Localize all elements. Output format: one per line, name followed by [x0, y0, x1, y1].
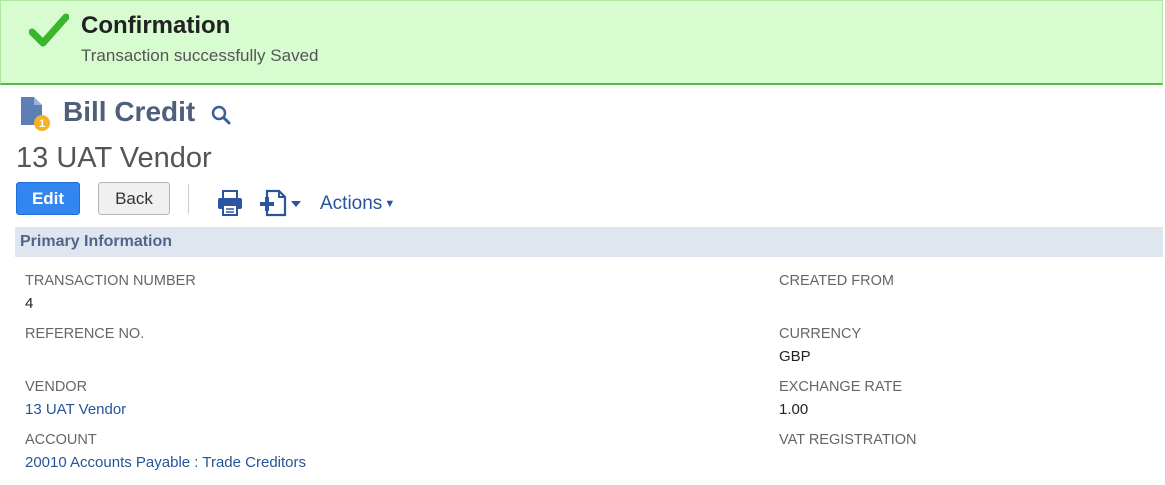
print-icon[interactable] [216, 190, 244, 216]
section-title: Primary Information [20, 233, 173, 250]
field-label-vat-registration: VAT REGISTRATION [779, 432, 917, 448]
back-button[interactable]: Back [98, 182, 170, 215]
field-label-currency: CURRENCY [779, 326, 862, 342]
new-document-icon[interactable] [259, 189, 303, 217]
field-label-account: ACCOUNT [25, 432, 97, 448]
field-label-created-from: CREATED FROM [779, 273, 894, 289]
actions-label: Actions [320, 193, 383, 214]
search-icon[interactable] [210, 104, 232, 126]
bill-credit-icon: 1 [21, 97, 50, 131]
field-value-currency: GBP [779, 348, 811, 365]
section-header-primary-information[interactable]: Primary Information [15, 227, 1163, 257]
confirmation-message: Transaction successfully Saved [81, 46, 319, 65]
record-type-title: Bill Credit [63, 96, 196, 127]
field-value-transaction-number: 4 [25, 295, 34, 312]
toolbar-divider [188, 184, 189, 214]
record-name: 13 UAT Vendor [16, 142, 212, 174]
field-label-vendor: VENDOR [25, 379, 88, 395]
account-link[interactable]: 20010 Accounts Payable : Trade Creditors [25, 454, 306, 471]
field-label-transaction-number: TRANSACTION NUMBER [25, 273, 196, 289]
edit-button[interactable]: Edit [16, 182, 80, 215]
actions-menu[interactable]: Actions ▼ [320, 193, 395, 215]
svg-text:1: 1 [39, 118, 45, 130]
field-label-exchange-rate: EXCHANGE RATE [779, 379, 903, 395]
caret-down-icon: ▼ [384, 197, 396, 210]
field-label-reference-no: REFERENCE NO. [25, 326, 145, 342]
checkmark-icon [29, 13, 69, 47]
confirmation-banner: Confirmation Transaction successfully Sa… [0, 0, 1163, 85]
vendor-link[interactable]: 13 UAT Vendor [25, 401, 126, 418]
field-value-exchange-rate: 1.00 [779, 401, 809, 418]
confirmation-title: Confirmation [81, 12, 231, 39]
